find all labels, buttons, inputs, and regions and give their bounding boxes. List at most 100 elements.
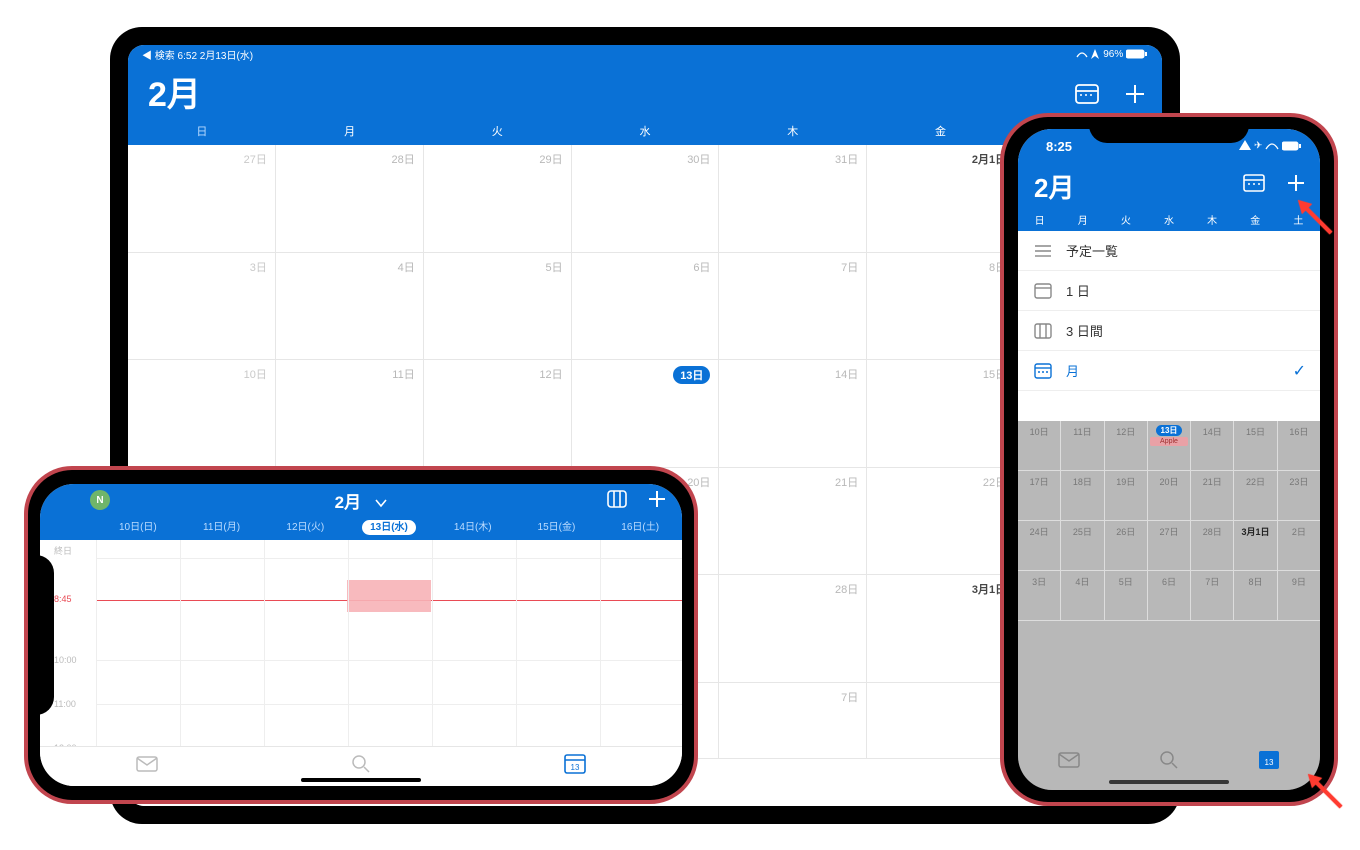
day-column-header[interactable]: 14日(木)	[431, 516, 515, 540]
calendar-cell[interactable]: 2日	[1278, 521, 1320, 570]
calendar-cell[interactable]: 24日	[1018, 521, 1061, 570]
calendar-cell[interactable]: 10日	[1018, 421, 1061, 470]
calendar-cell[interactable]: 16日	[1278, 421, 1320, 470]
calendar-cell[interactable]: 2月1日	[867, 145, 1015, 252]
calendar-cell[interactable]: 9日	[1278, 571, 1320, 620]
svg-text:13: 13	[1265, 758, 1274, 767]
calendar-view-icon[interactable]	[1074, 77, 1100, 116]
calendar-cell[interactable]: 3月1日	[867, 575, 1015, 682]
add-icon[interactable]	[1284, 171, 1308, 202]
iphone-l-timeline[interactable]: 終日 8:45 10:0011:0012:00	[40, 540, 682, 754]
search-tab-icon[interactable]	[350, 753, 372, 780]
calendar-cell[interactable]: 6日	[1148, 571, 1191, 620]
calendar-cell[interactable]: 11日	[276, 360, 424, 467]
calendar-cell[interactable]: 21日	[719, 468, 867, 575]
day-column-header[interactable]: 10日(日)	[96, 516, 180, 540]
calendar-cell[interactable]: 30日	[572, 145, 720, 252]
calendar-cell[interactable]: 5日	[424, 253, 572, 360]
calendar-cell[interactable]: 4日	[1061, 571, 1104, 620]
calendar-cell[interactable]: 14日	[719, 360, 867, 467]
search-tab-icon[interactable]	[1158, 749, 1180, 776]
weekday-label: 日	[1018, 209, 1061, 231]
calendar-cell[interactable]: 12日	[424, 360, 572, 467]
event-block[interactable]	[347, 580, 431, 612]
calendar-cell[interactable]: 28日	[1191, 521, 1234, 570]
view-menu-item[interactable]: 3 日間	[1018, 311, 1320, 351]
iphone-l-screen: N 2月 10日(日)11日(月)12日(火)13日(水)14日(木)15日(金…	[40, 484, 682, 786]
calendar-view-icon[interactable]	[1242, 171, 1266, 202]
add-icon[interactable]	[1122, 77, 1148, 116]
calendar-cell[interactable]: 10日	[128, 360, 276, 467]
avatar[interactable]: N	[90, 490, 110, 510]
calendar-cell[interactable]: 27日	[128, 145, 276, 252]
threeday-icon	[1032, 323, 1054, 339]
month-title[interactable]: 2月	[335, 488, 388, 513]
calendar-cell[interactable]: 3月1日	[1234, 521, 1277, 570]
menu-item-label: 1 日	[1066, 281, 1090, 300]
day-column-header[interactable]: 12日(火)	[263, 516, 347, 540]
calendar-cell[interactable]: 26日	[1105, 521, 1148, 570]
hour-label: 11:00	[54, 699, 76, 709]
calendar-cell[interactable]: 13日Apple	[1148, 421, 1191, 470]
calendar-cell[interactable]: 13日	[572, 360, 720, 467]
calendar-cell[interactable]: 7日	[719, 253, 867, 360]
calendar-cell[interactable]: 25日	[1061, 521, 1104, 570]
calendar-cell[interactable]: 28日	[719, 575, 867, 682]
weekday-label: 火	[423, 119, 571, 145]
today-pill: 13日	[673, 366, 710, 384]
day-column-header[interactable]: 11日(月)	[180, 516, 264, 540]
calendar-cell[interactable]: 18日	[1061, 471, 1104, 520]
day-column-header[interactable]: 15日(金)	[515, 516, 599, 540]
month-icon	[1032, 363, 1054, 379]
event-chip[interactable]: Apple	[1150, 437, 1188, 446]
iphone-landscape-device: N 2月 10日(日)11日(月)12日(火)13日(水)14日(木)15日(金…	[24, 466, 698, 804]
calendar-cell[interactable]: 3日	[1018, 571, 1061, 620]
calendar-cell[interactable]: 23日	[1278, 471, 1320, 520]
calendar-cell[interactable]: 15日	[1234, 421, 1277, 470]
calendar-cell[interactable]: 4日	[276, 253, 424, 360]
calendar-cell[interactable]: 15日	[867, 360, 1015, 467]
calendar-cell[interactable]: 29日	[424, 145, 572, 252]
calendar-cell[interactable]: 17日	[1018, 471, 1061, 520]
calendar-cell[interactable]: 22日	[1234, 471, 1277, 520]
view-menu-item[interactable]: 予定一覧	[1018, 231, 1320, 271]
dim-overlay[interactable]: 10日11日12日13日Apple14日15日16日 17日18日19日20日21…	[1018, 421, 1320, 790]
notch	[1089, 117, 1249, 143]
mail-tab-icon[interactable]	[135, 754, 159, 779]
day-column-header[interactable]: 13日(水)	[347, 516, 431, 540]
view-menu-item[interactable]: 1 日	[1018, 271, 1320, 311]
mail-tab-icon[interactable]	[1057, 750, 1081, 775]
iphone-p-weekday-row: 日月火水木金土	[1018, 209, 1320, 231]
calendar-cell[interactable]: 7日	[1191, 571, 1234, 620]
calendar-cell[interactable]: 19日	[1105, 471, 1148, 520]
check-icon: ✓	[1293, 361, 1306, 381]
view-columns-icon[interactable]	[606, 488, 628, 515]
iphone-p-month-grid: 10日11日12日13日Apple14日15日16日 17日18日19日20日21…	[1018, 421, 1320, 621]
weekday-label: 金	[1234, 209, 1277, 231]
calendar-cell[interactable]: 22日	[867, 468, 1015, 575]
calendar-tab-icon[interactable]: 13	[563, 752, 587, 781]
calendar-cell[interactable]: 14日	[1191, 421, 1234, 470]
calendar-cell[interactable]: 11日	[1061, 421, 1104, 470]
iphone-l-day-row[interactable]: 10日(日)11日(月)12日(火)13日(水)14日(木)15日(金)16日(…	[40, 516, 682, 540]
calendar-cell[interactable]: 20日	[1148, 471, 1191, 520]
view-menu-item[interactable]: 月✓	[1018, 351, 1320, 391]
calendar-cell[interactable]: 8日	[1234, 571, 1277, 620]
calendar-cell[interactable]: 21日	[1191, 471, 1234, 520]
calendar-cell[interactable]: 3日	[128, 253, 276, 360]
calendar-cell[interactable]: 27日	[1148, 521, 1191, 570]
status-left: ◀ 検索 6:52 2月13日(水)	[142, 47, 253, 62]
calendar-cell[interactable]: 31日	[719, 145, 867, 252]
calendar-cell[interactable]: 28日	[276, 145, 424, 252]
calendar-cell[interactable]: 12日	[1105, 421, 1148, 470]
ipad-status-bar: ◀ 検索 6:52 2月13日(水) 96%	[128, 45, 1162, 63]
calendar-cell[interactable]: 5日	[1105, 571, 1148, 620]
now-time: 8:45	[54, 594, 72, 604]
calendar-cell[interactable]: 6日	[572, 253, 720, 360]
weekday-label: 木	[719, 119, 867, 145]
calendar-cell[interactable]: 8日	[867, 253, 1015, 360]
day-column-header[interactable]: 16日(土)	[598, 516, 682, 540]
weekday-label: 水	[571, 119, 719, 145]
add-icon[interactable]	[646, 488, 668, 515]
calendar-tab-icon[interactable]: 13	[1257, 748, 1281, 777]
